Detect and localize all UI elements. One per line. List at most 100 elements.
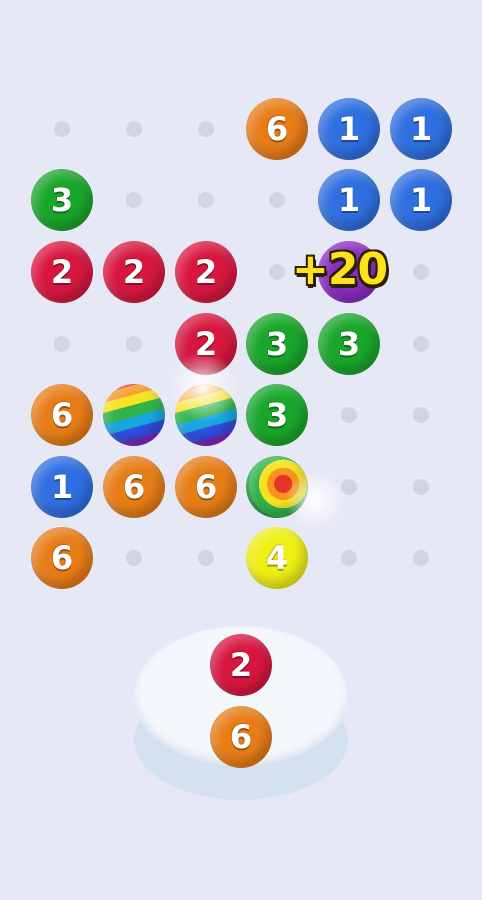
- ball-value: 1: [50, 468, 74, 506]
- board-ball: 4: [246, 527, 308, 589]
- slot-dot: [413, 407, 429, 423]
- ball-value: 3: [50, 181, 74, 219]
- empty-slot[interactable]: [31, 313, 93, 375]
- board-ball: 6: [31, 384, 93, 446]
- ball-value: 4: [265, 539, 289, 577]
- empty-slot[interactable]: [390, 313, 452, 375]
- board-ball: 1: [31, 456, 93, 518]
- ball-value: 6: [265, 110, 289, 148]
- ball-value: 1: [409, 181, 433, 219]
- empty-slot[interactable]: [175, 98, 237, 160]
- ball-green: 3: [31, 169, 93, 231]
- slot-dot: [54, 336, 70, 352]
- ball-value: 2: [229, 646, 253, 684]
- empty-slot[interactable]: [318, 384, 380, 446]
- ball-value: 3: [265, 396, 289, 434]
- slot-dot: [413, 336, 429, 352]
- board-ball: 6: [246, 98, 308, 160]
- ball-orange: 6: [103, 456, 165, 518]
- slot-dot: [126, 121, 142, 137]
- board-ball: 3: [246, 313, 308, 375]
- ball-yellow: 4: [246, 527, 308, 589]
- empty-slot[interactable]: [103, 313, 165, 375]
- ball-rainbow: [103, 384, 165, 446]
- empty-slot[interactable]: [31, 98, 93, 160]
- slot-dot: [341, 407, 357, 423]
- ball-red: 2: [103, 241, 165, 303]
- empty-slot[interactable]: [390, 456, 452, 518]
- ball-value: 2: [50, 253, 74, 291]
- ball-next: 6: [210, 706, 272, 768]
- ball-current: 2: [210, 634, 272, 696]
- ball-value: 3: [337, 325, 361, 363]
- ball-blue: 1: [390, 98, 452, 160]
- empty-slot[interactable]: [318, 527, 380, 589]
- ball-value: 6: [194, 468, 218, 506]
- next-ball: 6: [210, 706, 272, 768]
- empty-slot[interactable]: [175, 169, 237, 231]
- ball-orange: 6: [246, 98, 308, 160]
- ball-value: 6: [50, 396, 74, 434]
- empty-slot[interactable]: [246, 169, 308, 231]
- slot-dot: [198, 192, 214, 208]
- ball-value: 6: [122, 468, 146, 506]
- slot-dot: [269, 192, 285, 208]
- slot-dot: [269, 264, 285, 280]
- board-ball: 1: [390, 169, 452, 231]
- empty-slot[interactable]: [390, 384, 452, 446]
- ball-value: 1: [337, 110, 361, 148]
- ball-orange: 6: [31, 527, 93, 589]
- slot-dot: [126, 192, 142, 208]
- slot-dot: [126, 336, 142, 352]
- ball-value: 1: [337, 181, 361, 219]
- slot-dot: [413, 479, 429, 495]
- ball-red: 2: [31, 241, 93, 303]
- ball-value: 2: [122, 253, 146, 291]
- current-ball[interactable]: 2: [210, 634, 272, 696]
- ball-blue: 1: [318, 98, 380, 160]
- empty-slot[interactable]: [103, 169, 165, 231]
- ball-blue: 1: [31, 456, 93, 518]
- board-ball: 2: [103, 241, 165, 303]
- board-ball: 6: [175, 456, 237, 518]
- ball-blue: 1: [390, 169, 452, 231]
- board-ball: 3: [246, 384, 308, 446]
- board-ball: [103, 384, 165, 446]
- board-ball: 2: [31, 241, 93, 303]
- ball-value: 2: [194, 253, 218, 291]
- slot-dot: [413, 264, 429, 280]
- ball-green: 3: [318, 313, 380, 375]
- game-board: 6113112222336316664: [0, 0, 482, 620]
- sparkle-glow: [285, 470, 345, 530]
- board-ball: 6: [103, 456, 165, 518]
- board-ball: 2: [175, 241, 237, 303]
- slot-dot: [341, 550, 357, 566]
- ball-blue: 1: [318, 169, 380, 231]
- sparkle-glow: [168, 352, 238, 422]
- slot-dot: [126, 550, 142, 566]
- board-ball: 1: [390, 98, 452, 160]
- board-ball: 6: [31, 527, 93, 589]
- ball-red: 2: [175, 241, 237, 303]
- ball-value: 1: [409, 110, 433, 148]
- board-ball: 1: [318, 98, 380, 160]
- slot-dot: [54, 121, 70, 137]
- ball-orange: 6: [175, 456, 237, 518]
- slot-dot: [198, 121, 214, 137]
- slot-dot: [413, 550, 429, 566]
- empty-slot[interactable]: [175, 527, 237, 589]
- empty-slot[interactable]: [103, 527, 165, 589]
- score-popup: +20: [292, 244, 388, 295]
- empty-slot[interactable]: [103, 98, 165, 160]
- ball-orange: 6: [31, 384, 93, 446]
- slot-dot: [198, 550, 214, 566]
- ball-value: 3: [265, 325, 289, 363]
- empty-slot[interactable]: [390, 527, 452, 589]
- board-ball: 1: [318, 169, 380, 231]
- empty-slot[interactable]: [390, 241, 452, 303]
- ball-value: 6: [229, 718, 253, 756]
- ball-green: 3: [246, 313, 308, 375]
- ball-green: 3: [246, 384, 308, 446]
- ball-value: 6: [50, 539, 74, 577]
- board-ball: 3: [31, 169, 93, 231]
